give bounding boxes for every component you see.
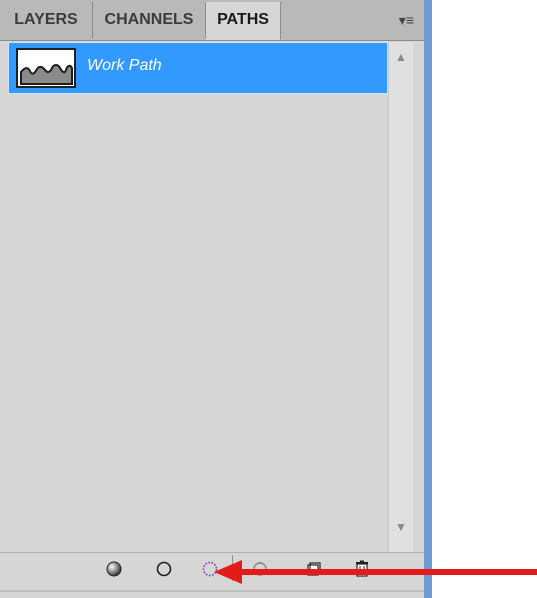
paths-list	[8, 42, 412, 552]
path-thumbnail-icon	[18, 50, 74, 86]
paths-panel: LAYERS CHANNELS PATHS ▾≡ Work Path ▲ ▼	[0, 0, 425, 598]
tab-layers[interactable]: LAYERS	[0, 2, 93, 38]
tab-bar: LAYERS CHANNELS PATHS ▾≡	[0, 0, 424, 41]
tab-paths[interactable]: PATHS	[206, 2, 281, 40]
make-work-path-icon[interactable]	[248, 557, 272, 581]
panel-bottom-border	[0, 590, 424, 592]
path-name: Work Path	[87, 57, 162, 74]
vertical-scrollbar[interactable]: ▲ ▼	[388, 42, 413, 552]
scroll-up-icon[interactable]: ▲	[389, 50, 413, 74]
fill-path-icon[interactable]	[102, 557, 126, 581]
panel-edge	[424, 0, 432, 598]
stroke-path-icon[interactable]	[152, 557, 176, 581]
panel-menu-icon[interactable]: ▾≡	[399, 12, 414, 29]
load-selection-icon[interactable]	[198, 557, 222, 581]
path-thumbnail	[16, 48, 76, 88]
path-item-work-path[interactable]: Work Path	[8, 42, 388, 94]
new-path-icon[interactable]	[302, 557, 326, 581]
trash-icon[interactable]	[350, 557, 374, 581]
scroll-down-icon[interactable]: ▼	[389, 520, 413, 544]
tab-channels[interactable]: CHANNELS	[93, 2, 206, 38]
paths-footer	[0, 552, 424, 585]
footer-separator	[232, 555, 233, 581]
